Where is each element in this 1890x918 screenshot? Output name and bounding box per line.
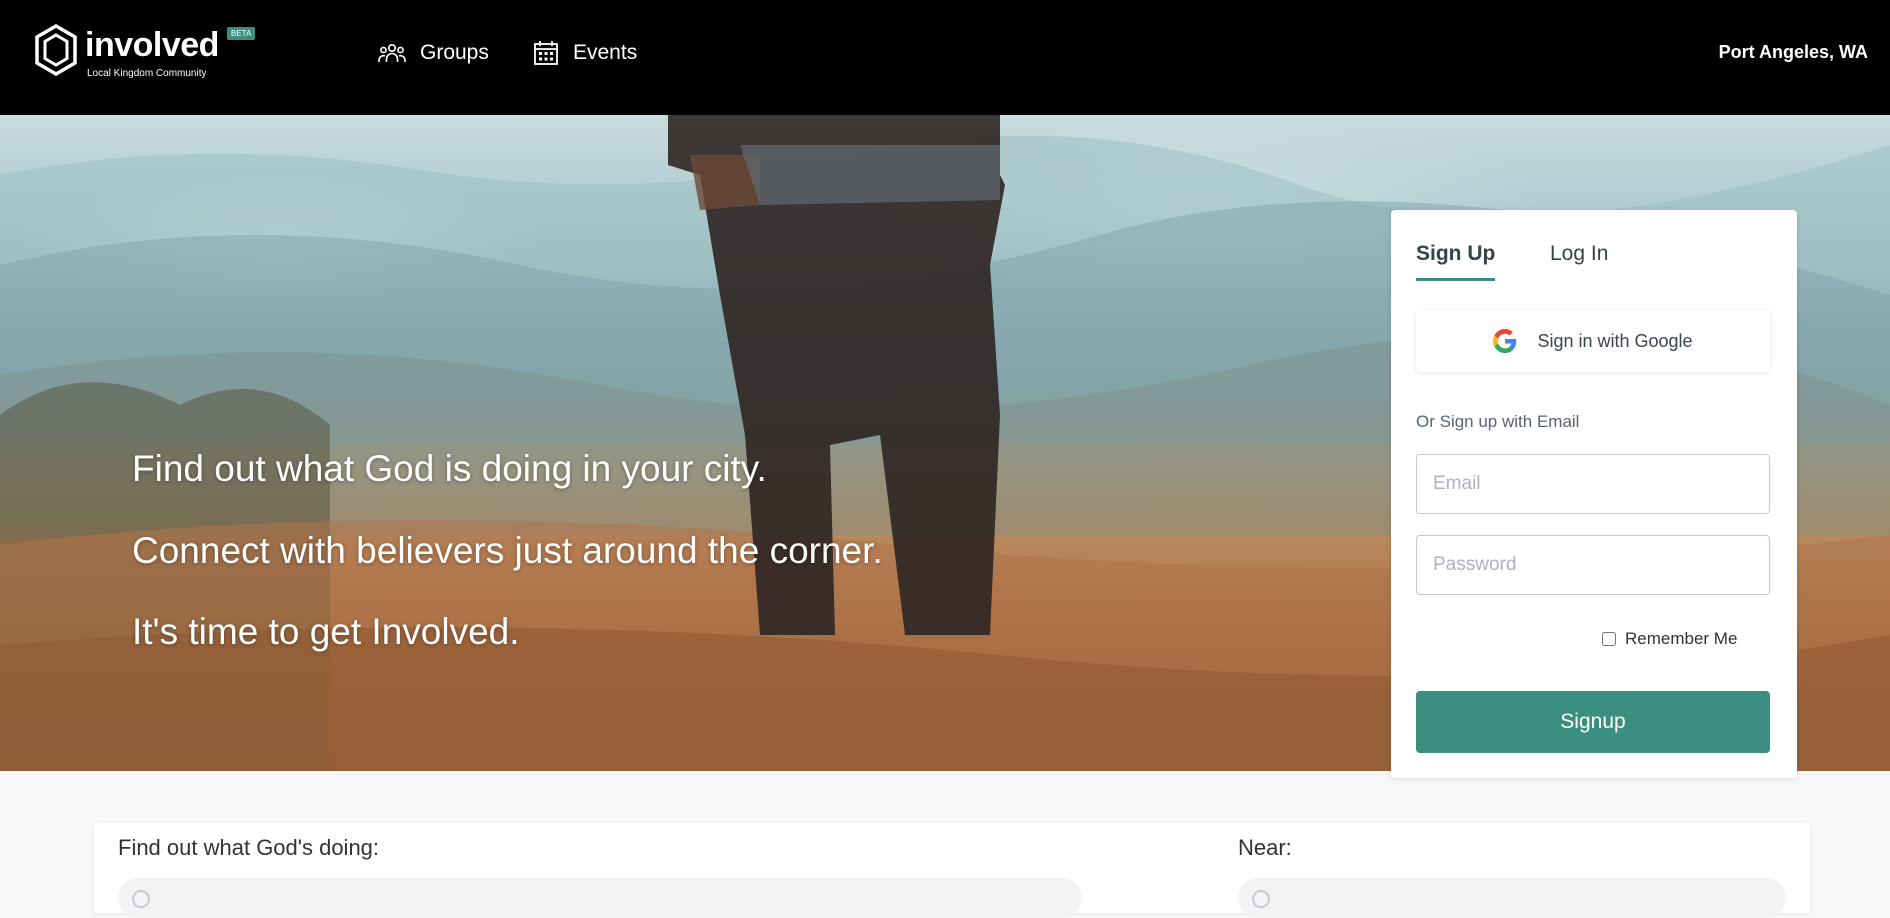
logo[interactable]: involved BETA Local Kingdom Community	[34, 24, 264, 84]
auth-card: Sign Up Log In Sign in with Google Or Si…	[1391, 210, 1797, 778]
hexagon-logo-icon	[35, 24, 77, 76]
email-field[interactable]	[1416, 454, 1770, 514]
google-signin-button[interactable]: Sign in with Google	[1416, 310, 1770, 372]
hero-headline-2: Connect with believers just around the c…	[132, 530, 883, 571]
top-navbar: involved BETA Local Kingdom Community Gr…	[0, 0, 1890, 115]
search-near-label: Near:	[1238, 835, 1292, 860]
groups-icon	[378, 43, 406, 62]
remember-me-option[interactable]: Remember Me	[1602, 629, 1737, 649]
location-input[interactable]	[1238, 878, 1786, 918]
tab-log-in[interactable]: Log In	[1550, 242, 1608, 278]
nav-item-label: Groups	[420, 41, 489, 64]
hero-headline-3: It's time to get Involved.	[132, 611, 520, 652]
password-field[interactable]	[1416, 535, 1770, 595]
google-icon	[1493, 329, 1517, 353]
nav-item-label: Events	[573, 41, 638, 64]
remember-me-checkbox[interactable]	[1602, 632, 1616, 646]
search-icon	[132, 890, 150, 908]
nav-item-groups[interactable]: Groups	[378, 38, 489, 68]
search-panel: Find out what God's doing: Near:	[94, 823, 1810, 918]
email-signup-hint: Or Sign up with Email	[1416, 412, 1580, 431]
brand-tagline: Local Kingdom Community	[87, 68, 207, 79]
search-icon	[1252, 890, 1270, 908]
hero-headline-1: Find out what God is doing in your city.	[132, 448, 767, 489]
search-what-label: Find out what God's doing:	[118, 835, 380, 860]
google-signin-label: Sign in with Google	[1537, 330, 1693, 351]
beta-badge: BETA	[227, 27, 256, 40]
calendar-icon	[534, 41, 558, 65]
signup-button[interactable]: Signup	[1416, 691, 1770, 753]
remember-me-label: Remember Me	[1625, 629, 1738, 648]
search-input[interactable]	[118, 878, 1082, 918]
nav-item-events[interactable]: Events	[533, 38, 637, 68]
brand-name: involved	[85, 26, 219, 64]
tab-sign-up[interactable]: Sign Up	[1416, 242, 1496, 281]
location-selector[interactable]: Port Angeles, WA	[1719, 42, 1868, 63]
